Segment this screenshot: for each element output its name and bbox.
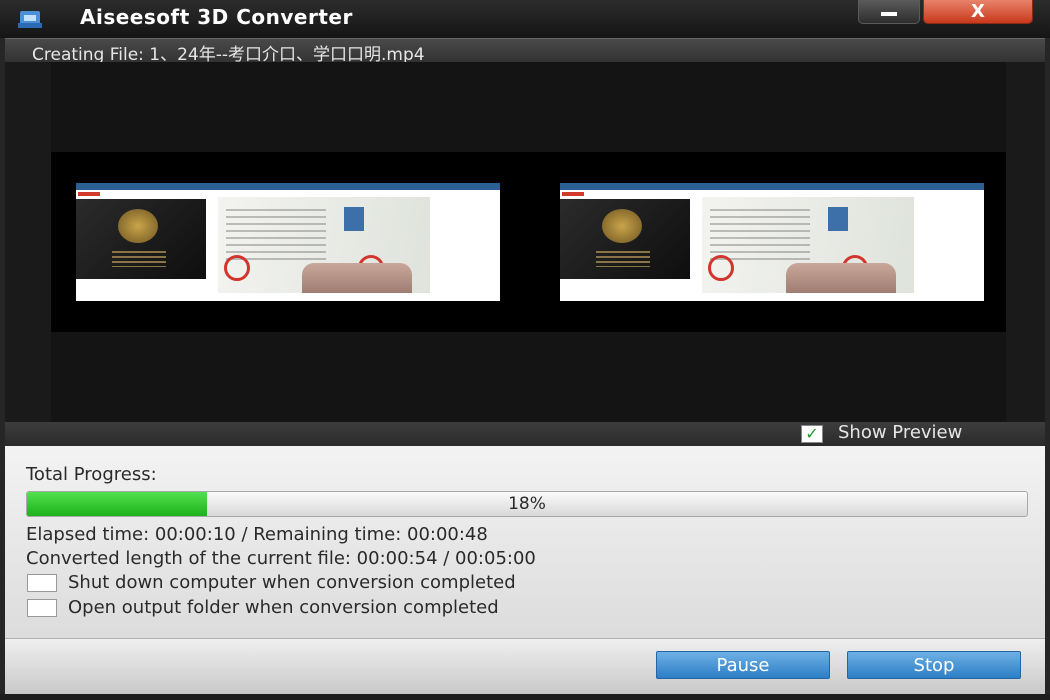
open-folder-label: Open output folder when conversion compl… <box>68 597 499 618</box>
show-preview-checkbox[interactable]: ✓ <box>801 425 823 443</box>
converted-length-label: Converted length of the current file: 00… <box>26 548 536 569</box>
window-border-left <box>0 38 5 700</box>
preview-area <box>5 62 1045 422</box>
window-title: Aiseesoft 3D Converter <box>80 5 353 29</box>
passport-image <box>560 199 690 279</box>
window-border-right <box>1045 38 1050 700</box>
total-progress-bar: 18% <box>26 491 1028 517</box>
progress-percent: 18% <box>508 494 546 514</box>
app-logo-icon <box>18 11 42 28</box>
close-icon: X <box>971 0 985 22</box>
elapsed-time-label: Elapsed time: 00:00:10 / Remaining time:… <box>26 524 488 545</box>
shutdown-label: Shut down computer when conversion compl… <box>68 572 516 593</box>
open-folder-checkbox[interactable] <box>27 599 57 617</box>
total-progress-label: Total Progress: <box>26 464 157 485</box>
shutdown-checkbox[interactable] <box>27 574 57 592</box>
certificate-image <box>218 197 430 293</box>
window-border-bottom <box>0 694 1050 700</box>
video-preview <box>51 152 1006 332</box>
checkmark-icon: ✓ <box>805 424 819 443</box>
show-preview-bar: ✓ Show Preview <box>5 422 1045 446</box>
passport-image <box>76 199 206 279</box>
preview-stage <box>51 62 1006 422</box>
status-bar: Creating File: 1、24年--考口介口、学口口明.mp4 <box>0 38 1050 65</box>
minimize-button[interactable] <box>858 0 920 24</box>
show-preview-label: Show Preview <box>838 422 963 443</box>
certificate-image <box>702 197 914 293</box>
footer-bar: Pause Stop <box>5 638 1045 694</box>
pause-button[interactable]: Pause <box>656 651 830 679</box>
progress-panel: Total Progress: 18% Elapsed time: 00:00:… <box>5 446 1045 638</box>
preview-frame-right <box>560 183 984 301</box>
close-button[interactable]: X <box>923 0 1033 24</box>
title-bar: Aiseesoft 3D Converter X <box>0 0 1050 38</box>
stop-button[interactable]: Stop <box>847 651 1021 679</box>
preview-frame-left <box>76 183 500 301</box>
minimize-icon <box>881 11 897 16</box>
